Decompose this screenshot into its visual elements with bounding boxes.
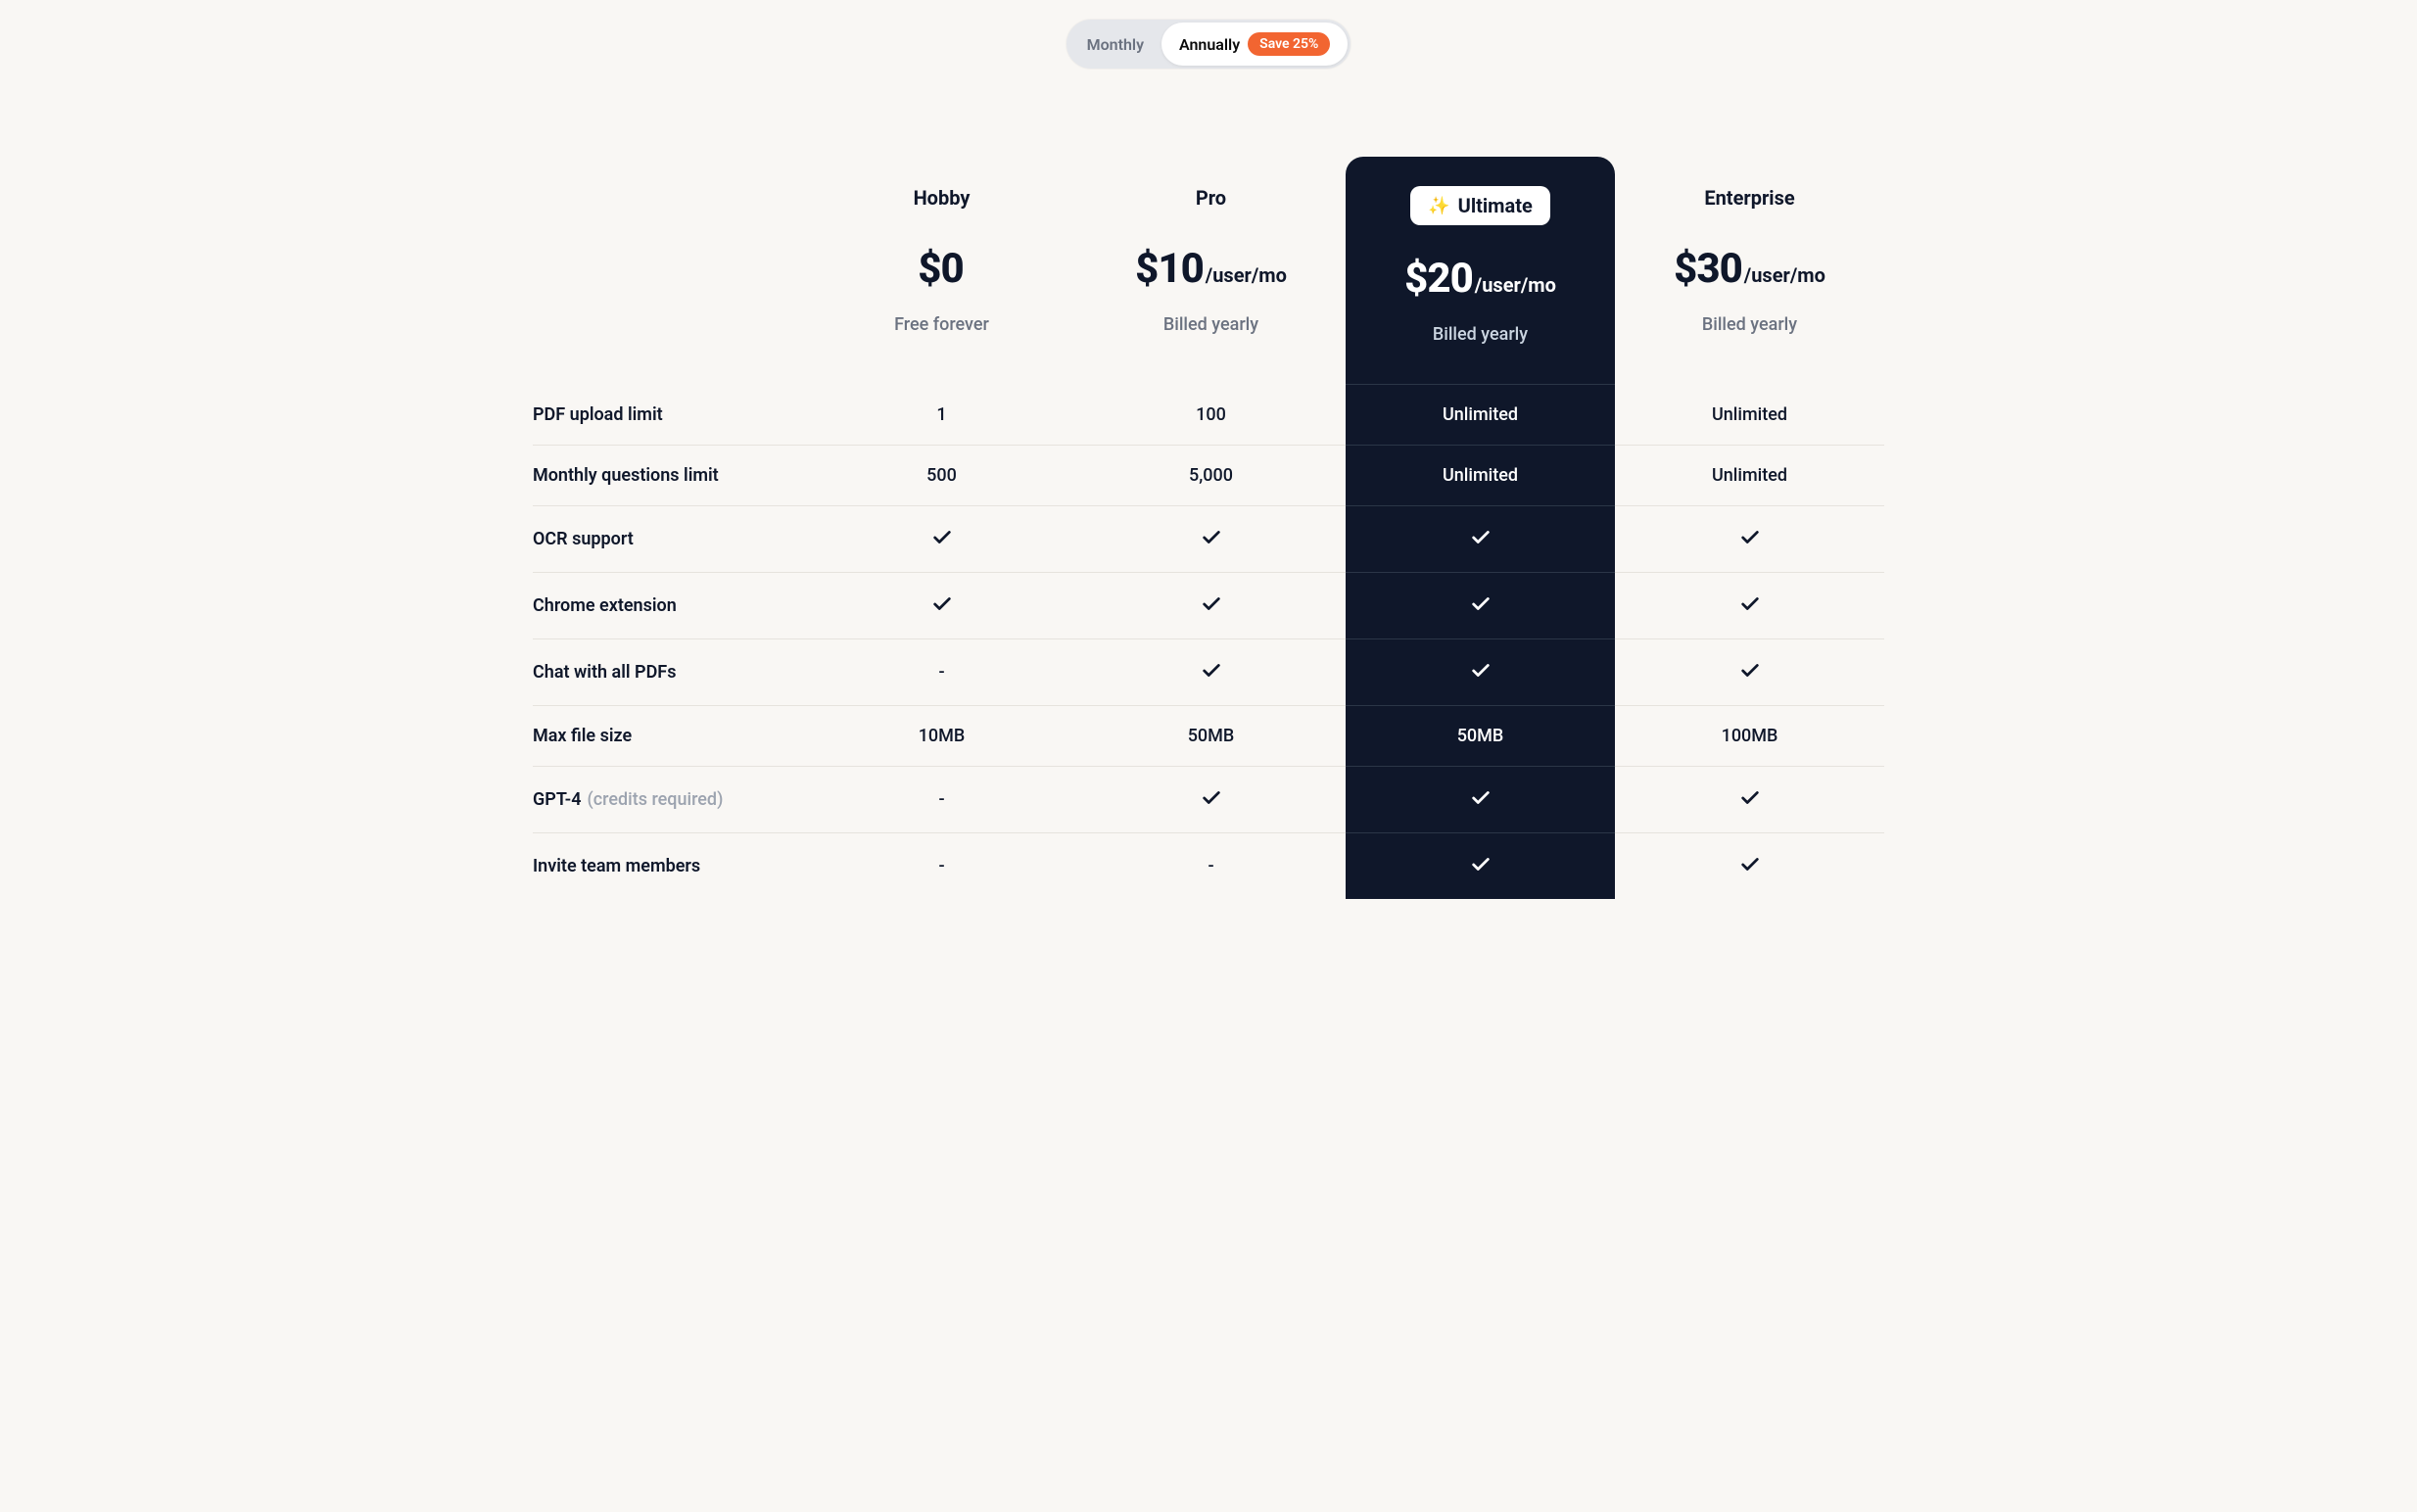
feature-cell (1346, 766, 1615, 832)
feature-label: PDF upload limit (533, 384, 807, 445)
feature-cell: 500 (807, 445, 1076, 505)
plan-name: Hobby (817, 186, 1066, 210)
feature-cell: Unlimited (1615, 384, 1884, 445)
billing-monthly-option[interactable]: Monthly (1069, 25, 1161, 64)
sparkles-icon: ✨ (1428, 196, 1449, 216)
plan-note: Free forever (817, 314, 1066, 335)
check-icon (1201, 786, 1222, 813)
check-icon (1739, 526, 1761, 552)
feature-cell (807, 505, 1076, 572)
feature-cell: Unlimited (1346, 384, 1615, 445)
feature-cell (1615, 766, 1884, 832)
feature-cell: - (1076, 832, 1346, 899)
plan-price: $30 (1674, 245, 1742, 293)
billing-annually-label: Annually (1179, 35, 1240, 54)
check-icon (1739, 853, 1761, 879)
check-icon (1201, 659, 1222, 685)
feature-cell (1076, 572, 1346, 638)
feature-cell: 1 (807, 384, 1076, 445)
feature-cell (1076, 766, 1346, 832)
plan-per: /user/mo (1206, 263, 1287, 287)
feature-cell: 50MB (1346, 705, 1615, 766)
check-icon (931, 592, 953, 619)
feature-cell (807, 572, 1076, 638)
feature-cell: 100MB (1615, 705, 1884, 766)
plan-price-line: $0 (817, 245, 1066, 293)
feature-cell (1615, 505, 1884, 572)
plan-per: /user/mo (1744, 263, 1825, 287)
plan-per: /user/mo (1475, 273, 1556, 297)
check-icon (1470, 592, 1492, 619)
plan-price: $10 (1135, 245, 1204, 293)
check-icon (931, 526, 953, 552)
feature-cell (1346, 572, 1615, 638)
check-icon (1470, 853, 1492, 879)
feature-label: GPT-4(credits required) (533, 766, 807, 832)
check-icon (1739, 592, 1761, 619)
feature-cell (1615, 638, 1884, 705)
feature-cell: 100 (1076, 384, 1346, 445)
check-icon (1739, 786, 1761, 813)
feature-cell (1615, 572, 1884, 638)
feature-cell: - (807, 832, 1076, 899)
feature-cell (1076, 638, 1346, 705)
plan-price-line: $10 /user/mo (1086, 245, 1336, 293)
feature-cell: 10MB (807, 705, 1076, 766)
save-badge: Save 25% (1248, 32, 1330, 56)
plan-name: Pro (1086, 186, 1336, 210)
billing-toggle: Monthly Annually Save 25% (16, 20, 2401, 69)
feature-cell (1615, 832, 1884, 899)
plan-price: $0 (918, 245, 963, 293)
plan-header-hobby: Hobby $0 Free forever (807, 157, 1076, 384)
feature-cell: - (807, 638, 1076, 705)
feature-label: Invite team members (533, 832, 807, 899)
feature-cell (1346, 505, 1615, 572)
plan-note: Billed yearly (1086, 314, 1336, 335)
feature-cell: 50MB (1076, 705, 1346, 766)
feature-cell (1076, 505, 1346, 572)
check-icon (1470, 786, 1492, 813)
billing-annually-option[interactable]: Annually Save 25% (1161, 23, 1348, 66)
plan-price-line: $30 /user/mo (1625, 245, 1874, 293)
feature-cell: - (807, 766, 1076, 832)
plan-header-enterprise: Enterprise $30 /user/mo Billed yearly (1615, 157, 1884, 384)
check-icon (1739, 659, 1761, 685)
ultimate-pill: ✨ Ultimate (1410, 186, 1550, 225)
pricing-grid: Hobby $0 Free forever Pro $10 /user/mo B… (533, 157, 1884, 899)
feature-label: Chrome extension (533, 572, 807, 638)
plan-price-line: $20 /user/mo (1355, 255, 1605, 303)
check-icon (1470, 659, 1492, 685)
check-icon (1470, 526, 1492, 552)
feature-cell (1346, 832, 1615, 899)
plan-price: $20 (1404, 255, 1473, 303)
feature-label: Chat with all PDFs (533, 638, 807, 705)
feature-label: Max file size (533, 705, 807, 766)
plan-header-pro: Pro $10 /user/mo Billed yearly (1076, 157, 1346, 384)
feature-cell (1346, 638, 1615, 705)
plan-header-ultimate: ✨ Ultimate $20 /user/mo Billed yearly (1346, 157, 1615, 384)
feature-cell: Unlimited (1615, 445, 1884, 505)
plan-name: Ultimate (1458, 194, 1533, 217)
feature-cell: 5,000 (1076, 445, 1346, 505)
plan-note: Billed yearly (1355, 324, 1605, 345)
billing-toggle-group: Monthly Annually Save 25% (1066, 20, 1351, 69)
plan-name: Enterprise (1625, 186, 1874, 210)
check-icon (1201, 526, 1222, 552)
feature-label: Monthly questions limit (533, 445, 807, 505)
feature-label: OCR support (533, 505, 807, 572)
check-icon (1201, 592, 1222, 619)
feature-cell: Unlimited (1346, 445, 1615, 505)
plan-note: Billed yearly (1625, 314, 1874, 335)
